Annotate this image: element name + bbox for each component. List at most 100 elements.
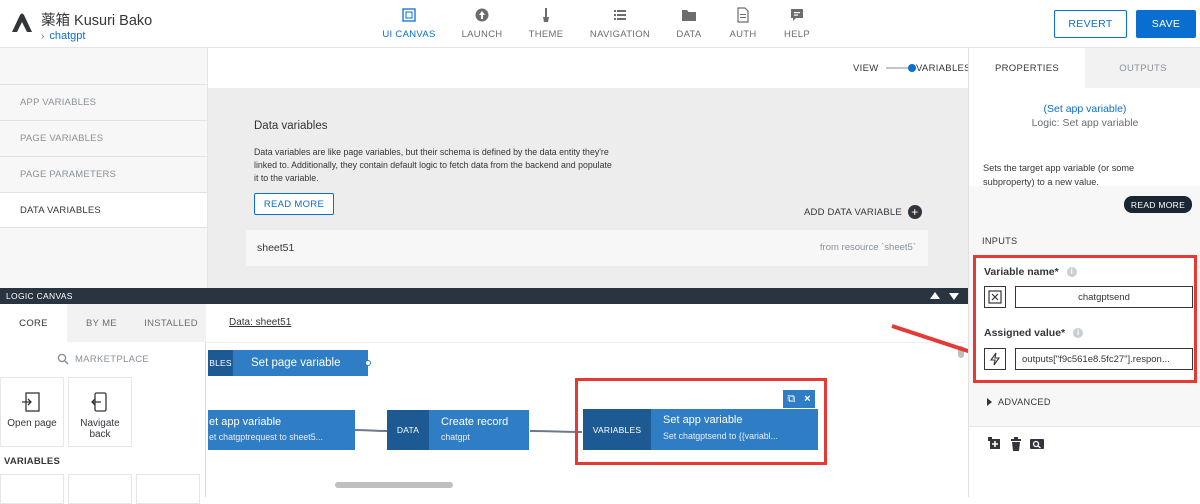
tab-properties[interactable]: PROPERTIES xyxy=(969,48,1085,88)
marketplace-search[interactable]: MARKETPLACE xyxy=(0,342,206,376)
tab-core[interactable]: CORE xyxy=(0,304,67,342)
open-page-icon xyxy=(22,392,40,412)
panel-description: Data variables are like page variables, … xyxy=(254,147,612,183)
view-variables-toggle[interactable] xyxy=(886,64,916,72)
menu-page-variables[interactable]: PAGE VARIABLES xyxy=(0,120,207,156)
horizontal-scrollbar[interactable] xyxy=(335,482,453,488)
menu-app-variables[interactable]: APP VARIABLES xyxy=(0,84,207,120)
view-switch-bar: VIEW VARIABLES xyxy=(208,48,971,88)
node-category: BLES xyxy=(208,350,233,376)
nav-theme[interactable]: THEME xyxy=(526,7,566,45)
node-category: DATA xyxy=(387,410,429,450)
tile-variable-2[interactable] xyxy=(68,474,132,504)
menu-page-parameters[interactable]: PAGE PARAMETERS xyxy=(0,156,207,192)
panel-heading: Data variables xyxy=(254,120,328,132)
expand-up-icon[interactable] xyxy=(930,292,940,299)
chevron-right-icon: › xyxy=(41,31,45,42)
nav-help[interactable]: HELP xyxy=(781,7,813,45)
node-title: Set page variable xyxy=(251,357,341,369)
data-variable-row[interactable]: sheet51 from resource `sheet5` xyxy=(246,230,928,266)
inspect-icon[interactable] xyxy=(1030,437,1044,451)
variable-name-field[interactable]: chatgptsend xyxy=(1015,286,1193,308)
navigate-back-icon xyxy=(91,392,107,412)
function-description: Sets the target app variable (or some su… xyxy=(983,163,1135,187)
data-variable-name: sheet51 xyxy=(257,242,295,254)
function-subtitle: Logic: Set app variable xyxy=(1031,117,1139,129)
add-node-icon[interactable] xyxy=(988,437,1002,451)
auth-document-icon xyxy=(737,7,749,23)
nav-launch[interactable]: LAUNCH xyxy=(459,7,505,45)
revert-button[interactable]: REVERT xyxy=(1054,10,1127,38)
inputs-heading: INPUTS xyxy=(982,236,1018,246)
menu-data-variables[interactable]: DATA VARIABLES xyxy=(0,192,207,228)
node-title: Create record xyxy=(441,416,509,428)
variables-label[interactable]: VARIABLES xyxy=(916,63,971,74)
collapse-down-icon[interactable] xyxy=(949,293,959,300)
app-header: 薬箱 Kusuri Bako › chatgpt UI CANVAS LAUNCH… xyxy=(0,0,1200,48)
node-subtitle: chatgpt xyxy=(441,432,470,442)
folder-icon xyxy=(682,10,696,21)
plus-circle-icon: + xyxy=(907,205,922,219)
logic-canvas-bar: LOGIC CANVAS xyxy=(0,288,968,304)
formula-bolt-icon xyxy=(989,352,1001,366)
node-set-app-variable-1[interactable]: et app variable et chatgptrequest to she… xyxy=(208,410,355,450)
binding-type-button[interactable] xyxy=(984,348,1006,370)
properties-footer xyxy=(969,426,1200,497)
launch-icon xyxy=(475,8,489,22)
navigation-list-icon xyxy=(614,10,626,20)
info-icon[interactable]: i xyxy=(1073,328,1084,338)
nav-data[interactable]: DATA xyxy=(673,7,705,45)
view-label[interactable]: VIEW xyxy=(853,63,878,74)
theme-brush-icon xyxy=(543,8,549,22)
tab-installed[interactable]: INSTALLED xyxy=(136,304,206,342)
node-subtitle: et chatgptrequest to sheet5... xyxy=(209,432,323,442)
node-create-record[interactable]: DATA Create record chatgpt xyxy=(387,410,529,450)
read-more-button[interactable]: READ MORE xyxy=(254,193,334,215)
vertical-scrollbar[interactable] xyxy=(958,346,964,358)
trash-icon[interactable] xyxy=(1010,437,1022,451)
inputs-highlight-box: Variable name* i chatgptsend Assigned va… xyxy=(973,255,1197,383)
breadcrumb-page: chatgpt xyxy=(49,30,86,42)
palette-variables-heading: VARIABLES xyxy=(4,456,60,467)
variable-name-label: Variable name* i xyxy=(984,266,1077,278)
assigned-value-field[interactable]: outputs["f9c561e8.5fc27"].respon... xyxy=(1015,348,1193,370)
tile-navigate-back[interactable]: Navigate back xyxy=(68,377,132,447)
app-logo-icon[interactable] xyxy=(10,12,34,34)
node-title: et app variable xyxy=(209,416,282,428)
selection-highlight xyxy=(575,378,827,465)
read-more-button[interactable]: READ MORE xyxy=(1124,196,1192,213)
variables-menu: APP VARIABLES PAGE VARIABLES PAGE PARAME… xyxy=(0,48,208,288)
help-chat-icon xyxy=(791,9,803,21)
logic-canvas-title: LOGIC CANVAS xyxy=(6,291,73,301)
advanced-toggle[interactable]: ADVANCED xyxy=(987,397,1051,407)
logic-canvas-breadcrumb[interactable]: Data: sheet51 xyxy=(229,317,291,328)
data-variable-source: from resource `sheet5` xyxy=(819,242,916,253)
info-icon[interactable]: i xyxy=(1066,267,1077,277)
output-port[interactable] xyxy=(365,360,371,366)
nav-navigation[interactable]: NAVIGATION xyxy=(589,7,651,45)
assigned-value-label: Assigned value* i xyxy=(984,327,1084,339)
flow-function-palette: CORE BY ME INSTALLED MARKETPLACE Open pa… xyxy=(0,304,206,504)
add-data-variable-button[interactable]: ADD DATA VARIABLE + xyxy=(804,205,922,219)
add-data-variable-label: ADD DATA VARIABLE xyxy=(804,206,902,218)
data-variables-panel: Data variables Data variables are like p… xyxy=(208,88,968,288)
save-button[interactable]: SAVE xyxy=(1136,10,1196,38)
search-icon xyxy=(57,353,69,365)
tab-outputs[interactable]: OUTPUTS xyxy=(1085,48,1200,88)
node-set-page-variable[interactable]: BLES Set page variable xyxy=(208,350,371,376)
function-title[interactable]: (Set app variable) xyxy=(969,103,1200,115)
app-title: 薬箱 Kusuri Bako xyxy=(41,13,153,29)
toggle-knob[interactable] xyxy=(908,64,916,72)
breadcrumb[interactable]: › chatgpt xyxy=(41,30,85,42)
nav-auth[interactable]: AUTH xyxy=(727,7,759,45)
tile-open-page[interactable]: Open page xyxy=(0,377,64,447)
binding-type-button[interactable] xyxy=(984,286,1006,308)
marketplace-label: MARKETPLACE xyxy=(74,353,150,365)
tile-variable-1[interactable] xyxy=(0,474,64,504)
properties-panel: PROPERTIES OUTPUTS (Set app variable) Lo… xyxy=(968,48,1200,497)
nav-ui-canvas[interactable]: UI CANVAS xyxy=(381,7,437,45)
ui-canvas-icon xyxy=(402,8,416,22)
tab-by-me[interactable]: BY ME xyxy=(67,304,136,342)
tile-variable-3[interactable] xyxy=(136,474,200,504)
expand-triangle-icon xyxy=(987,398,992,406)
